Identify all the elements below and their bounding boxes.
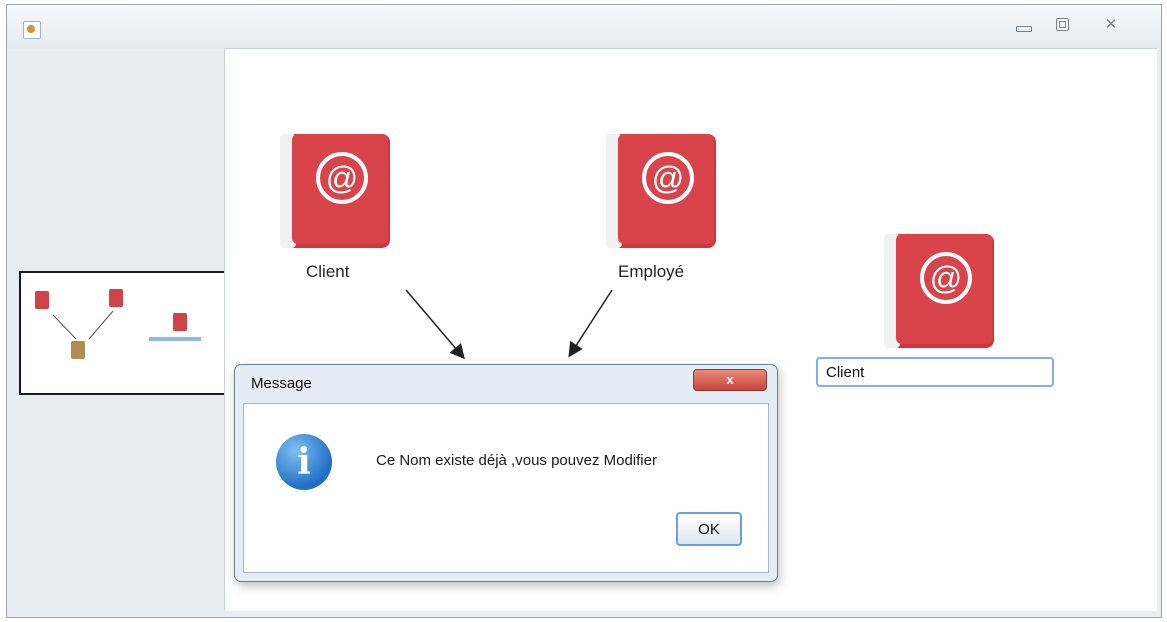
node-name-input[interactable] bbox=[816, 357, 1054, 387]
dialog-body: i Ce Nom existe déjà ,vous pouvez Modifi… bbox=[243, 403, 769, 573]
ok-button[interactable]: OK bbox=[676, 512, 742, 546]
dialog-message: Ce Nom existe déjà ,vous pouvez Modifier bbox=[376, 452, 657, 469]
information-icon: i bbox=[276, 434, 332, 490]
dialog-close-button[interactable]: x bbox=[693, 369, 767, 391]
dialog-title: Message bbox=[251, 375, 312, 392]
message-dialog: Message x i Ce Nom existe déjà ,vous pou… bbox=[234, 364, 778, 582]
